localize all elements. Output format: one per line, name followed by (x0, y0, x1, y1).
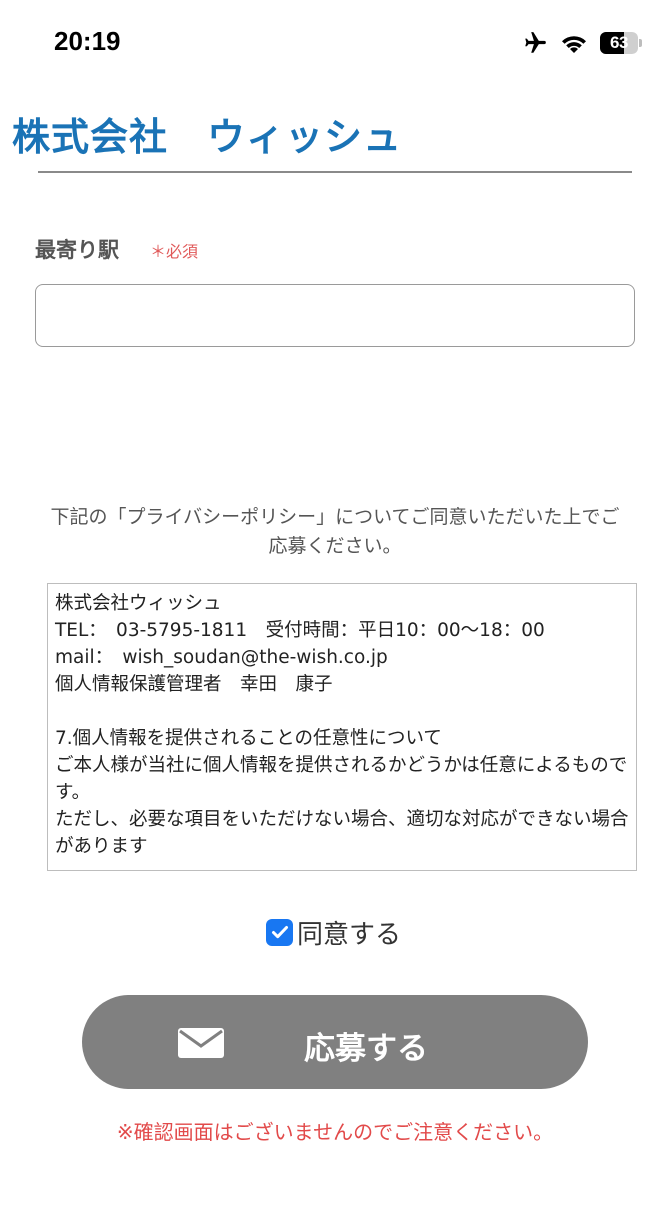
policy-line: ただし、必要な項目をいただけない場合、適切な対応ができない場合があります (55, 809, 629, 857)
policy-line: ご本人様が当社に個人情報を提供されるかどうかは任意によるものです。 (55, 755, 628, 803)
policy-line (55, 698, 630, 725)
status-time: 20:19 (54, 26, 121, 56)
battery-level: 63 (610, 33, 628, 52)
station-input[interactable] (35, 284, 635, 347)
agree-row[interactable]: 同意する (266, 912, 401, 952)
policy-line: mail： wish_soudan@the-wish.co.jp (55, 647, 388, 668)
no-confirmation-notice: ※確認画面はございませんのでご注意ください。 (116, 1120, 554, 1144)
policy-line: 7.個人情報を提供されることの任意性について (55, 728, 442, 749)
battery-icon: 63 (600, 32, 642, 54)
airplane-icon (522, 30, 548, 56)
privacy-policy-box[interactable]: 株式会社ウィッシュ TEL： 03-5795-1811 受付時間：平日10：00… (47, 583, 637, 871)
policy-line: 株式会社ウィッシュ (55, 593, 222, 614)
status-bar: 20:19 63 (0, 0, 670, 86)
company-title: 株式会社 ウィッシュ (12, 115, 403, 159)
privacy-note: 下記の「プライバシーポリシー」についてご同意いただいた上でご応募ください。 (50, 506, 620, 557)
page: 20:19 63 株式会社 ウィッシュ 最寄り駅 ＊必須 下記の「プライバシーポ… (0, 0, 670, 1215)
submit-label: 応募する (304, 1031, 428, 1067)
policy-line: 個人情報保護管理者 幸田 康子 (55, 674, 333, 695)
header-divider (38, 171, 632, 173)
policy-line: TEL： 03-5795-1811 受付時間：平日10：00〜18：00 (55, 620, 545, 641)
agree-label: 同意する (297, 919, 402, 950)
agree-checkbox[interactable] (266, 918, 293, 946)
mail-icon (178, 1028, 224, 1061)
wifi-icon (560, 32, 588, 54)
battery-cap (639, 39, 642, 47)
station-label: 最寄り駅 (35, 238, 119, 262)
checkmark-icon (271, 926, 288, 939)
submit-button[interactable]: 応募する (82, 995, 588, 1089)
battery-body: 63 (600, 32, 638, 54)
status-icons: 63 (522, 28, 642, 58)
required-tag: ＊必須 (150, 242, 199, 261)
